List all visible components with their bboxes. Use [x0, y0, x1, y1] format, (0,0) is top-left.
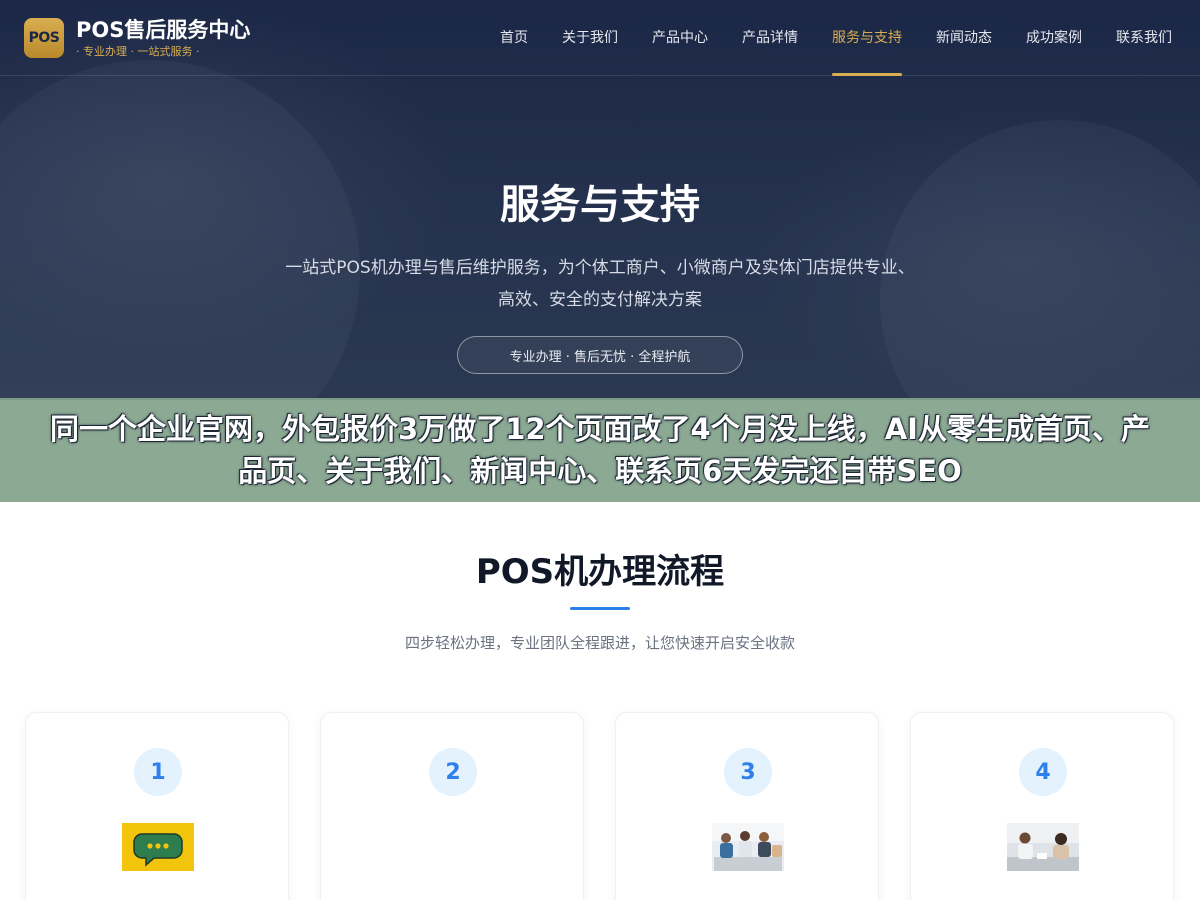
hero-background-shape	[880, 120, 1200, 400]
nav-item-home[interactable]: 首页	[500, 0, 528, 76]
chat-bubble-icon	[122, 823, 194, 871]
caption-banner: 同一个企业官网，外包报价3万做了12个页面改了4个月没上线，AI从零生成首页、产…	[0, 398, 1200, 502]
step-number: 1	[134, 748, 182, 796]
step-card-1[interactable]: 1	[25, 712, 289, 900]
step-number: 3	[724, 748, 772, 796]
step-card-3[interactable]: 3	[615, 712, 879, 900]
navbar: POS POS售后服务中心 · 专业办理 · 一站式服务 · 首页 关于我们 产…	[0, 0, 1200, 76]
step-card-2[interactable]: 2	[320, 712, 584, 900]
brand-subtitle: · 专业办理 · 一站式服务 ·	[76, 45, 200, 58]
step-number: 2	[429, 748, 477, 796]
step-card-4[interactable]: 4	[910, 712, 1174, 900]
brand-title[interactable]: POS售后服务中心	[76, 14, 250, 44]
hero-description: 一站式POS机办理与售后维护服务，为个体工商户、小微商户及实体门店提供专业、高效…	[285, 258, 915, 310]
main-nav: 首页 关于我们 产品中心 产品详情 服务与支持 新闻动态 成功案例 联系我们	[500, 0, 1172, 76]
hero-tagline-pill: 专业办理 · 售后无忧 · 全程护航	[457, 336, 743, 374]
nav-item-news[interactable]: 新闻动态	[936, 0, 992, 76]
section-title-underline	[570, 607, 630, 610]
team-meeting-photo	[712, 823, 784, 871]
caption-text: 同一个企业官网，外包报价3万做了12个页面改了4个月没上线，AI从零生成首页、产…	[50, 412, 1150, 488]
nav-item-product-detail[interactable]: 产品详情	[742, 0, 798, 76]
nav-item-products[interactable]: 产品中心	[652, 0, 708, 76]
nav-item-cases[interactable]: 成功案例	[1026, 0, 1082, 76]
nav-item-contact[interactable]: 联系我们	[1116, 0, 1172, 76]
nav-item-service-support[interactable]: 服务与支持	[832, 0, 902, 76]
hero-background-shape	[0, 60, 360, 400]
consultation-photo	[1007, 823, 1079, 871]
step-number: 4	[1019, 748, 1067, 796]
logo-icon[interactable]: POS	[24, 18, 64, 58]
section-title: POS机办理流程	[475, 552, 725, 592]
nav-item-about[interactable]: 关于我们	[562, 0, 618, 76]
section-subtitle: 四步轻松办理，专业团队全程跟进，让您快速开启安全收款	[404, 634, 795, 652]
hero-title: 服务与支持	[500, 182, 700, 228]
hero-section: POS POS售后服务中心 · 专业办理 · 一站式服务 · 首页 关于我们 产…	[0, 0, 1200, 400]
